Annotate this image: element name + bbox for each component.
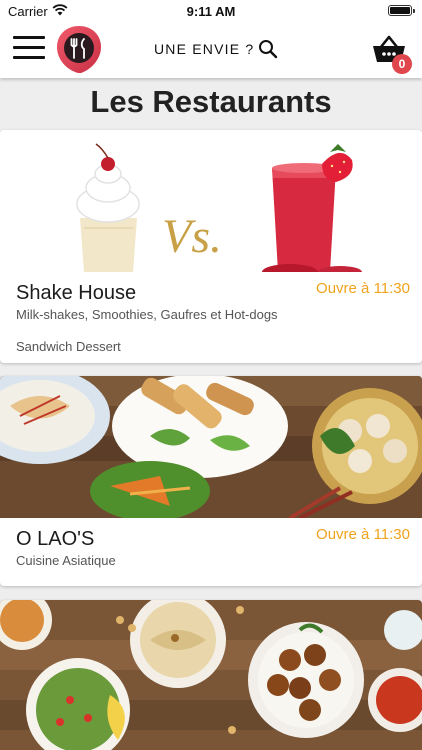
hamburger-menu-button[interactable] <box>13 36 45 62</box>
page-title: Les Restaurants <box>90 84 332 119</box>
clock-time: 9:11 AM <box>186 4 236 19</box>
restaurant-image <box>0 376 422 518</box>
search-icon <box>259 40 278 59</box>
image-vs-text: Vs. <box>162 210 222 263</box>
app-logo-icon[interactable] <box>54 24 104 74</box>
restaurant-card[interactable]: Vs. Shake House Ouvre à 11:30 Milk-shake… <box>0 130 422 363</box>
restaurant-tags: Sandwich Dessert <box>16 339 121 354</box>
restaurant-card[interactable]: O LAO'S Ouvre à 11:30 Cuisine Asiatique <box>0 376 422 586</box>
battery-icon <box>388 5 415 16</box>
asian-food-image <box>0 376 422 518</box>
cart-button[interactable]: 0 <box>372 32 412 76</box>
search-trigger[interactable]: UNE ENVIE ? <box>154 38 278 60</box>
opening-hours: Ouvre à 11:30 <box>316 280 410 297</box>
menu-line <box>13 46 45 49</box>
menu-line <box>13 56 45 59</box>
milkshake-vs-smoothie-image: Vs. <box>0 130 422 272</box>
restaurant-image: Vs. <box>0 130 422 272</box>
menu-line <box>13 36 45 39</box>
search-label: UNE ENVIE ? <box>154 41 255 57</box>
restaurant-description: Cuisine Asiatique <box>16 553 116 568</box>
restaurant-description: Milk-shakes, Smoothies, Gaufres et Hot-d… <box>16 307 278 322</box>
restaurant-image <box>0 600 422 750</box>
opening-hours: Ouvre à 11:30 <box>316 526 410 543</box>
mezze-food-image <box>0 600 422 750</box>
app-header: UNE ENVIE ? 0 <box>0 22 422 78</box>
status-bar: Carrier 9:11 AM <box>0 0 422 22</box>
restaurant-card[interactable] <box>0 600 422 750</box>
cart-count-badge: 0 <box>392 54 412 74</box>
